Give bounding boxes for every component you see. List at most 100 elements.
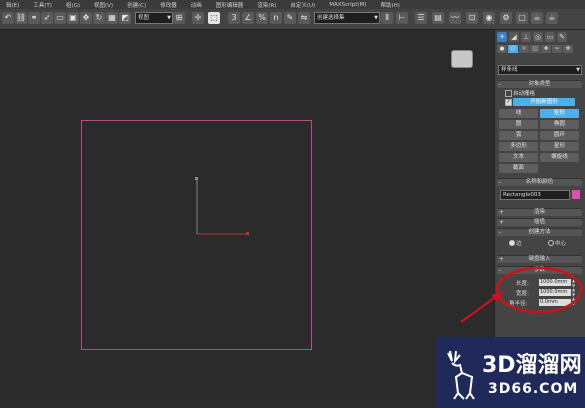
annotation-arrow-shaft (460, 295, 498, 323)
text-button[interactable]: 文本 (499, 153, 538, 162)
select-move-icon[interactable]: ✥ (80, 12, 92, 24)
schematic-view-icon[interactable]: ⊡ (466, 12, 478, 24)
autogrid-checkbox[interactable] (505, 90, 512, 97)
name-color-title: 名称和颜色 (525, 179, 554, 185)
rendering-rollout[interactable]: + 渲染 (497, 208, 582, 216)
interpolation-rollout[interactable]: + 插值 (497, 218, 582, 226)
display-tab-icon[interactable]: ▭ (545, 32, 555, 42)
edge-radio[interactable] (509, 240, 515, 246)
curve-editor-icon[interactable]: 〰 (449, 12, 461, 24)
angle-snap-icon[interactable]: ∠ (242, 12, 254, 24)
lights-subtab-icon[interactable]: ☼ (519, 45, 529, 53)
start-new-shape-checkbox[interactable]: ✓ (505, 99, 512, 106)
scale-icon[interactable]: ▦ (106, 12, 118, 24)
rotate-icon[interactable]: ↻ (93, 12, 105, 24)
menu-graph-editors[interactable]: 图形编辑器 (216, 1, 244, 9)
interpolation-title: 插值 (533, 219, 545, 225)
window-crossing-icon[interactable]: ▣ (67, 12, 79, 24)
star-button[interactable]: 星形 (540, 142, 579, 151)
modify-tab-icon[interactable]: ◢ (509, 32, 519, 42)
viewcube-icon[interactable] (452, 51, 472, 67)
menu-modifiers[interactable]: 修改器 (160, 1, 177, 9)
hierarchy-tab-icon[interactable]: ⊥ (521, 32, 531, 42)
menu-create[interactable]: 创建(C) (127, 1, 146, 9)
menu-animation[interactable]: 动画 (191, 1, 202, 9)
spinner-snap-label: n (273, 13, 279, 22)
systems-subtab-icon[interactable]: ✤ (563, 45, 573, 53)
spacewarps-subtab-icon[interactable]: ≈ (552, 45, 562, 53)
geometry-subtab-icon[interactable]: ● (497, 45, 507, 53)
reference-coordinate-dropdown[interactable]: 视图 ▼ (135, 12, 173, 24)
watermark: 3D溜溜网 3D66.COM (436, 337, 585, 408)
center-radio[interactable] (548, 240, 554, 246)
select-region-icon[interactable]: ▭ (54, 12, 66, 24)
edge-radio-label: 边 (516, 241, 522, 247)
percent-snap-icon[interactable]: % (256, 12, 268, 24)
graphite-ribbon-icon[interactable]: ▤ (432, 12, 444, 24)
snaps-toggle-icon[interactable]: 3 (228, 12, 240, 24)
spinner-snap-icon[interactable]: n (270, 12, 282, 24)
name-color-rollout[interactable]: - 名称和颜色 (497, 178, 582, 186)
menu-bar: 辑(E) 工具(T) 组(G) 视图(V) 创建(C) 修改器 动画 图形编辑器… (0, 0, 585, 9)
object-name-input[interactable]: Rectangle003 (500, 190, 570, 200)
keyboard-shortcut-override-icon[interactable]: ⬚ (208, 12, 220, 24)
rectangle-button[interactable]: 矩形 (540, 109, 579, 118)
creation-method-rollout[interactable]: - 创建方法 (497, 228, 582, 236)
menu-group[interactable]: 组(G) (66, 1, 80, 9)
object-type-title: 对象类型 (528, 81, 551, 87)
menu-tools[interactable]: 工具(T) (33, 1, 52, 9)
donut-button[interactable]: 圆环 (540, 131, 579, 140)
motion-tab-icon[interactable]: ◎ (533, 32, 543, 42)
shape-category-value: 样条线 (501, 67, 518, 73)
menu-help[interactable]: 帮助(H) (380, 1, 399, 9)
mirror-icon[interactable]: ⇋ (298, 12, 310, 24)
center-radio-label: 中心 (555, 241, 567, 247)
object-type-rollout[interactable]: - 对象类型 (497, 80, 582, 88)
render-setup-icon[interactable]: ⚙ (500, 12, 512, 24)
object-color-swatch[interactable] (572, 190, 580, 199)
align-icon[interactable]: ⊢ (396, 12, 408, 24)
arc-button[interactable]: 弧 (499, 131, 538, 140)
cameras-subtab-icon[interactable]: ◫ (530, 45, 540, 53)
link-icon[interactable]: ⛓ (15, 12, 27, 24)
named-selection-set-dropdown[interactable]: 创建选择集 ▼ (314, 12, 380, 24)
named-selection-set-value: 创建选择集 (317, 15, 345, 21)
pivot-center-icon[interactable]: ⊞ (173, 12, 185, 24)
rendered-frame-window-icon[interactable]: ▢ (516, 12, 528, 24)
edit-named-selection-icon[interactable]: ✎ (284, 12, 296, 24)
utilities-tab-icon[interactable]: ✎ (557, 32, 567, 42)
helpers-subtab-icon[interactable]: ✚ (541, 45, 551, 53)
circle-button[interactable]: 圆 (499, 120, 538, 129)
collapse-icon: - (499, 81, 502, 88)
menu-views[interactable]: 视图(V) (94, 1, 113, 9)
chevron-down-icon: ▼ (576, 67, 580, 73)
menu-edit[interactable]: 辑(E) (6, 1, 19, 9)
watermark-url-text: 3D66.COM (488, 381, 579, 397)
section-button[interactable]: 截面 (499, 164, 538, 173)
shape-category-dropdown[interactable]: 样条线 ▼ (498, 65, 582, 75)
select-manipulate-icon[interactable]: ◩ (119, 12, 131, 24)
x-axis-tip (246, 232, 249, 235)
ngon-button[interactable]: 多边形 (499, 142, 538, 151)
helix-button[interactable]: 螺旋线 (540, 153, 579, 162)
expand-icon: + (499, 209, 505, 216)
select-icon[interactable]: ➶ (41, 12, 53, 24)
render-iterative-icon[interactable]: ☕ (546, 12, 558, 24)
axis-tripod-icon (195, 177, 249, 235)
line-button[interactable]: 线 (499, 109, 538, 118)
layer-manager-icon[interactable]: ☰ (415, 12, 427, 24)
create-tab-icon[interactable]: ☀ (497, 32, 507, 42)
move-gizmo-icon[interactable]: ✢ (192, 12, 204, 24)
ellipse-button[interactable]: 椭圆 (540, 120, 579, 129)
menu-maxscript[interactable]: MAXScript(M) (329, 2, 366, 8)
menu-rendering[interactable]: 渲染(R) (257, 1, 276, 9)
start-new-shape-button[interactable]: 开始新图形 (513, 98, 575, 106)
material-editor-icon[interactable]: ◉ (483, 12, 495, 24)
mirror-tool-icon[interactable]: ⫴ (381, 12, 393, 24)
shapes-subtab-icon[interactable]: ⬠ (508, 45, 518, 53)
menu-customize[interactable]: 自定义(U) (290, 1, 315, 9)
undo-icon[interactable]: ↶ (2, 12, 14, 24)
render-production-icon[interactable]: ☕ (531, 12, 543, 24)
annotation-overlay (460, 266, 583, 323)
unlink-icon[interactable]: ⚭ (28, 12, 40, 24)
